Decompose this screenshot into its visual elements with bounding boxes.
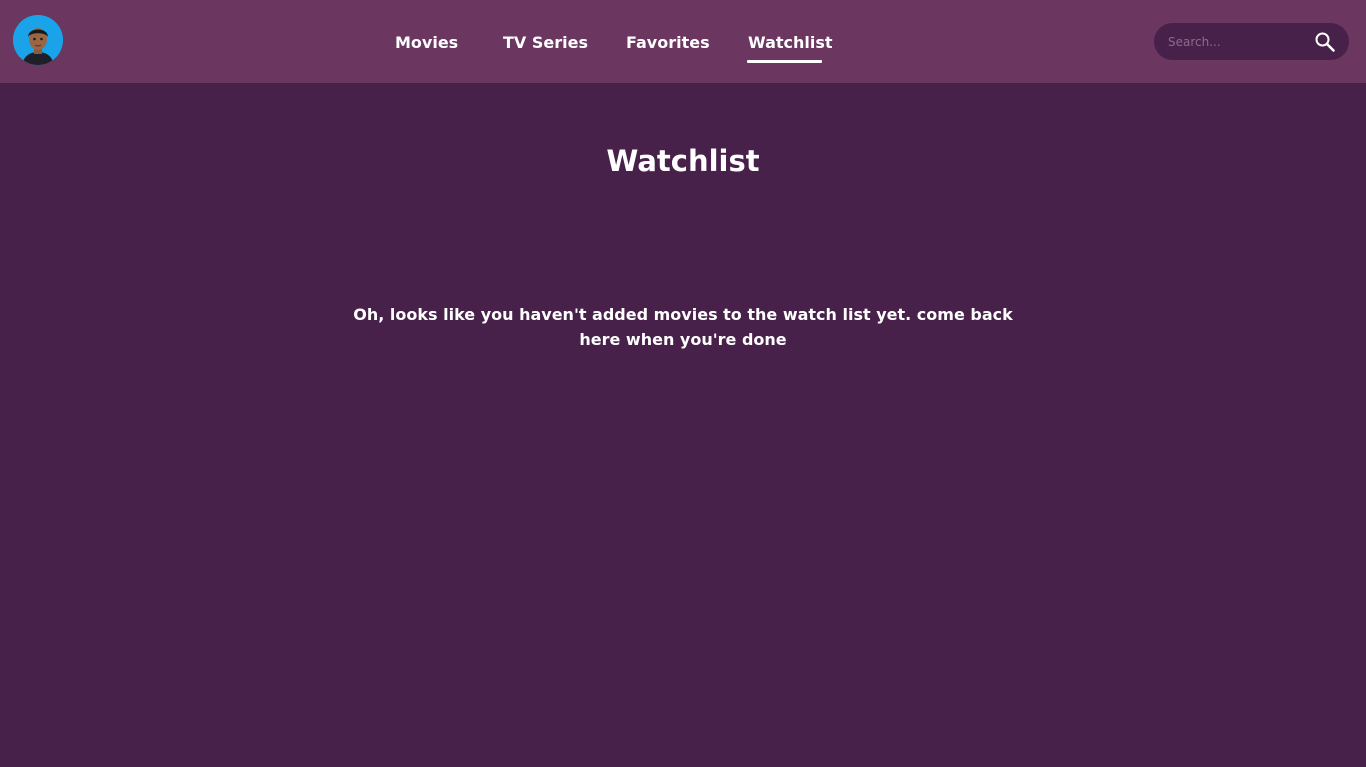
nav-link-movies[interactable]: Movies xyxy=(395,32,458,54)
page-title: Watchlist xyxy=(606,144,760,178)
nav-link-watchlist[interactable]: Watchlist xyxy=(748,32,833,54)
active-nav-indicator xyxy=(747,60,822,63)
search-box xyxy=(1154,23,1349,60)
top-navbar: Movies TV Series Favorites Watchlist xyxy=(0,0,1366,83)
nav-link-tv-series[interactable]: TV Series xyxy=(503,32,588,54)
search-input[interactable] xyxy=(1168,23,1308,60)
user-avatar-icon[interactable] xyxy=(13,15,63,65)
search-icon[interactable] xyxy=(1314,31,1336,53)
empty-watchlist-message: Oh, looks like you haven't added movies … xyxy=(353,305,1013,349)
nav-link-favorites[interactable]: Favorites xyxy=(626,32,710,54)
